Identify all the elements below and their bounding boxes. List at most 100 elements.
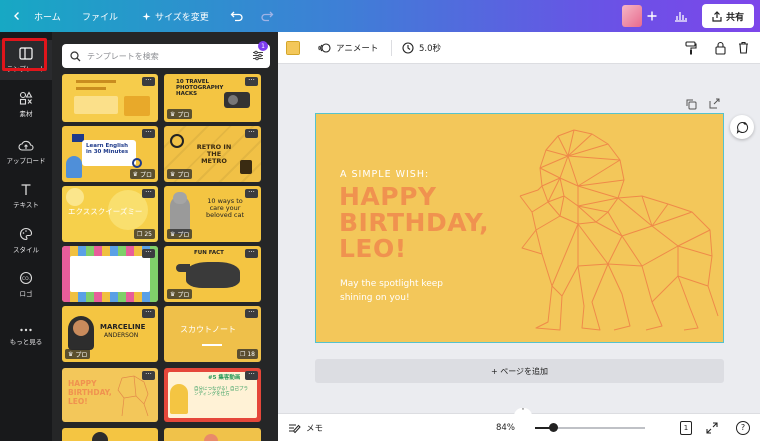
filter-button[interactable] <box>252 50 264 63</box>
redo-button[interactable] <box>260 0 274 32</box>
trash-icon <box>739 41 748 54</box>
zoom-slider[interactable] <box>535 423 645 432</box>
template-thumbnail-1[interactable]: ··· <box>62 74 158 122</box>
template-thumbnail-4[interactable]: RETRO IN THE METRO ··· ♛ プロ <box>164 126 261 182</box>
notes-button[interactable]: メモ <box>288 414 323 441</box>
page-count-button[interactable]: 1 <box>680 421 692 435</box>
duration-button[interactable]: 5.0秒 <box>402 32 441 64</box>
thumbnail-menu-button[interactable]: ··· <box>142 249 155 258</box>
thumbnail-menu-button[interactable]: ··· <box>245 129 258 138</box>
crown-icon: ♛ <box>170 170 176 178</box>
rail-item-text[interactable]: テキスト <box>0 176 52 216</box>
elements-icon <box>19 90 33 105</box>
template-thumbnail-11[interactable]: HAPPY BIRTHDAY, LEO! ··· <box>62 368 158 422</box>
thumbnail-title: 10 ways to care your beloved cat <box>205 197 245 219</box>
thumbnail-menu-button[interactable]: ··· <box>245 309 258 318</box>
add-collaborator-button[interactable] <box>646 0 658 32</box>
text-icon <box>21 184 31 195</box>
design-subtitle[interactable]: A SIMPLE WISH: <box>340 169 429 180</box>
geometric-lion-illustration[interactable] <box>512 126 722 336</box>
thumbnail-menu-button[interactable]: ··· <box>245 77 258 86</box>
comment-button[interactable] <box>730 115 754 139</box>
rail-item-styles[interactable]: スタイル <box>0 220 52 260</box>
expand-pages-button[interactable]: ˆ <box>514 408 532 416</box>
design-message-line: shining on you! <box>340 293 410 303</box>
clock-icon <box>402 42 414 54</box>
rail-item-elements[interactable]: 素材 <box>0 84 52 124</box>
template-thumbnail-5[interactable]: エクススクイーズミー ··· ❐ 25 <box>62 186 158 242</box>
template-thumbnail-12[interactable]: #5 集客動画 自分につながる！自己ブランディングを仕方 ··· <box>164 368 261 422</box>
thumbnail-menu-button[interactable]: ··· <box>245 371 258 380</box>
pro-badge: ♛ プロ <box>167 109 193 119</box>
file-label: ファイル <box>82 12 119 23</box>
template-thumbnail-9[interactable]: MARCELINE ANDERSON ··· ♛ プロ <box>62 306 158 362</box>
toolbar-divider <box>391 40 392 56</box>
template-thumbnail-14[interactable] <box>164 428 261 441</box>
duplicate-icon <box>686 99 697 110</box>
design-title[interactable]: HAPPY BIRTHDAY, LEO! <box>339 184 489 262</box>
color-swatch <box>287 42 299 54</box>
thumbnail-menu-button[interactable]: ··· <box>142 371 155 380</box>
template-thumbnail-10[interactable]: スカウトノート ··· ❐ 18 <box>164 306 261 362</box>
templates-highlight-box <box>2 38 47 71</box>
resize-button[interactable]: サイズを変更 <box>142 0 209 32</box>
search-input[interactable]: テンプレートを検索 <box>87 51 159 62</box>
duration-label: 5.0秒 <box>419 44 442 54</box>
share-button[interactable]: 共有 <box>702 4 754 28</box>
design-page[interactable]: A SIMPLE WISH: HAPPY BIRTHDAY, LEO! May … <box>315 113 724 343</box>
filter-sliders-icon <box>253 50 263 61</box>
lock-button[interactable] <box>715 41 726 58</box>
pro-badge: ♛ プロ <box>167 169 193 179</box>
color-swatch-button[interactable] <box>286 41 300 55</box>
rail-item-label: スタイル <box>13 245 39 254</box>
insights-button[interactable] <box>674 0 688 32</box>
user-avatar[interactable] <box>622 5 642 27</box>
template-thumbnail-6[interactable]: 10 ways to care your beloved cat ··· ♛ プロ <box>164 186 261 242</box>
rail-item-label: ロゴ <box>19 289 33 298</box>
chevron-left-icon <box>14 12 19 20</box>
undo-button[interactable] <box>230 0 244 32</box>
search-icon <box>70 50 81 61</box>
filter-count-badge: 1 <box>258 41 268 51</box>
delete-button[interactable] <box>738 41 749 57</box>
template-thumbnail-2[interactable]: 10 TRAVEL PHOTOGRAPHY HACKS ··· ♛ プロ <box>164 74 261 122</box>
rail-item-uploads[interactable]: アップロード <box>0 132 52 172</box>
template-thumbnail-13[interactable] <box>62 428 158 441</box>
copy-style-button[interactable] <box>685 41 697 58</box>
design-message-line: May the spotlight keep <box>340 279 444 289</box>
sparkle-icon <box>142 11 151 21</box>
file-menu-button[interactable]: ファイル <box>82 0 118 32</box>
plus-icon <box>647 11 657 21</box>
page-count: 1 <box>683 424 689 432</box>
template-thumbnail-7[interactable]: ··· <box>62 246 158 302</box>
template-thumbnail-8[interactable]: FUN FACT ··· ♛ プロ <box>164 246 261 302</box>
template-thumbnail-3[interactable]: Learn English in 30 Minutes ··· ♛ プロ <box>62 126 158 182</box>
add-page-button[interactable]: + ページを追加 <box>315 359 724 383</box>
thumbnail-menu-button[interactable]: ··· <box>245 189 258 198</box>
thumbnail-menu-button[interactable]: ··· <box>142 309 155 318</box>
canva-editor: ホーム ファイル サイズを変更 共有 テンプレート 素材 アップロード テキスト… <box>0 0 760 441</box>
add-page-icon-button[interactable] <box>709 94 720 113</box>
design-message[interactable]: May the spotlight keep shining on you! <box>340 277 443 305</box>
animate-button[interactable]: アニメート <box>318 32 378 64</box>
rail-item-label: もっと見る <box>9 337 43 346</box>
rail-item-label: テキスト <box>13 201 39 209</box>
crown-icon: ♛ <box>170 290 176 298</box>
thumbnail-title: HAPPY <box>68 379 97 388</box>
thumbnail-menu-button[interactable]: ··· <box>142 189 155 198</box>
paint-roller-icon <box>685 41 697 55</box>
design-title-line: LEO! <box>339 234 407 263</box>
thumbnail-menu-button[interactable]: ··· <box>142 77 155 86</box>
fullscreen-button[interactable] <box>706 422 718 437</box>
duplicate-page-button[interactable] <box>686 95 697 114</box>
rail-item-logos[interactable]: CO. ロゴ <box>0 264 52 304</box>
home-button[interactable]: ホーム <box>12 0 61 32</box>
thumbnail-menu-button[interactable]: ··· <box>245 249 258 258</box>
redo-icon <box>261 11 274 22</box>
template-search-box[interactable]: テンプレートを検索 1 <box>62 41 270 68</box>
help-button[interactable]: ? <box>736 421 750 435</box>
top-bar: ホーム ファイル サイズを変更 共有 <box>0 0 760 32</box>
thumbnail-menu-button[interactable]: ··· <box>142 129 155 138</box>
rail-item-more[interactable]: もっと見る <box>0 316 52 356</box>
zoom-slider-handle[interactable] <box>549 423 558 432</box>
